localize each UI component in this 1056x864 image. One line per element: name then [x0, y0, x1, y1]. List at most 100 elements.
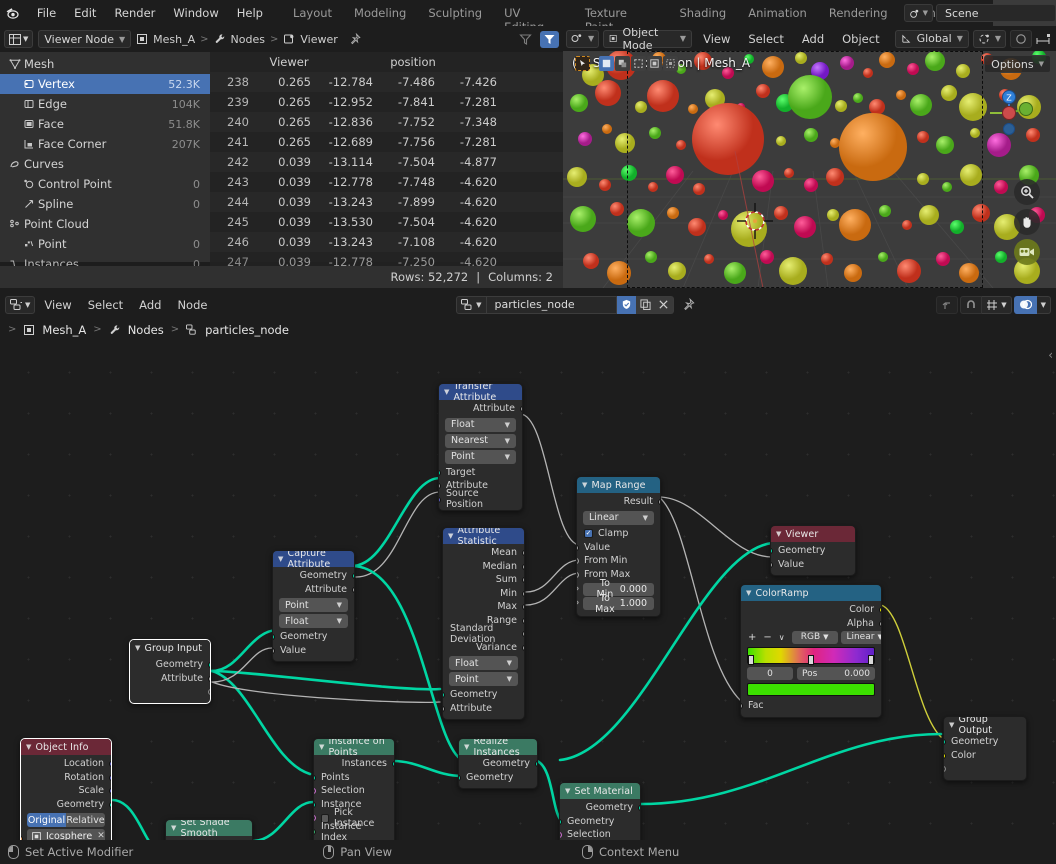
table-row[interactable]: 240 0.265 -12.836 -7.752 -7.348 — [210, 112, 563, 132]
camera-icon[interactable] — [1014, 239, 1040, 265]
socket-dot[interactable] — [577, 598, 580, 607]
node-map-range[interactable]: ▼ Map Range Result Linear▼ Clamp Value F… — [576, 476, 661, 617]
socket-dot[interactable] — [638, 805, 640, 811]
socket-dot[interactable] — [520, 406, 522, 412]
output-result[interactable]: Result — [577, 495, 660, 509]
dataset-dropdown[interactable]: Viewer Node ▼ — [38, 30, 132, 48]
socket-dot[interactable] — [577, 544, 579, 551]
unlink-x-icon[interactable] — [654, 295, 674, 314]
table-row[interactable]: 238 0.265 -12.784 -7.486 -7.426 — [210, 72, 563, 92]
node-menu-node[interactable]: Node — [170, 298, 214, 312]
node-header[interactable]: ▼ Set Material — [560, 783, 640, 799]
socket-dot[interactable] — [439, 483, 441, 489]
output-rotation[interactable]: Rotation — [21, 771, 111, 785]
output-virtual[interactable] — [130, 685, 210, 699]
viewport-menu-view[interactable]: View — [696, 32, 737, 46]
snap-magnet-icon[interactable] — [960, 295, 983, 314]
space-original-button[interactable]: Original — [27, 813, 66, 827]
socket-dot[interactable] — [522, 604, 524, 610]
node-viewer[interactable]: ▼ Viewer Geometry Value — [770, 525, 856, 576]
table-row[interactable]: 239 0.265 -12.952 -7.841 -7.281 — [210, 92, 563, 112]
socket-dot[interactable] — [560, 818, 562, 825]
ne-breadcrumb-modifier[interactable]: Nodes — [128, 323, 164, 337]
domain-row-vertex[interactable]: Vertex 52.3K — [0, 74, 210, 94]
socket-dot[interactable] — [522, 550, 524, 556]
input-value[interactable]: Value — [577, 541, 660, 555]
domain-row-point-cloud[interactable]: Point Cloud — [0, 214, 210, 234]
select-box-icon[interactable] — [599, 56, 614, 71]
clamp-checkbox[interactable]: Clamp — [577, 527, 660, 541]
breadcrumb-expand-icon[interactable]: > — [8, 324, 16, 335]
node-header[interactable]: ▼ Set Shade Smooth — [166, 820, 252, 839]
output-scale[interactable]: Scale — [21, 784, 111, 798]
tab-animation[interactable]: Animation — [737, 0, 818, 26]
node-canvas[interactable]: ▼ Transfer Attribute Attribute Float ▼ Ne… — [0, 342, 1056, 840]
ne-breadcrumb-tree[interactable]: particles_node — [205, 323, 289, 337]
input-geometry[interactable]: Geometry — [443, 688, 524, 702]
space-relative-button[interactable]: Relative — [66, 813, 105, 827]
breadcrumb-object[interactable]: Mesh_A — [153, 33, 195, 46]
node-header[interactable]: ▼ Group Input — [130, 640, 210, 656]
colorramp-menu-button[interactable]: ∨ — [779, 633, 785, 642]
chevron-down-icon[interactable]: ▼ — [278, 555, 283, 563]
color-mode-dropdown[interactable]: RGB ▼ — [791, 630, 838, 644]
viewport-editor-type-icon[interactable]: ▼ — [566, 29, 600, 48]
node-header[interactable]: ▼ Object Info — [21, 739, 111, 755]
domain-row-control-point[interactable]: Control Point 0 — [0, 174, 210, 194]
go-to-parent-icon[interactable] — [936, 295, 959, 314]
output-alpha[interactable]: Alpha — [741, 617, 881, 631]
input-geometry[interactable]: Geometry — [560, 815, 640, 829]
socket-dot[interactable] — [522, 563, 524, 570]
node-attribute-statistic[interactable]: ▼ Attribute Statistic Mean Median Sum Mi… — [442, 527, 525, 720]
domain-dropdown[interactable]: Point ▼ — [279, 598, 348, 612]
object-selector-field[interactable]: Icosphere ✕ — [27, 829, 105, 840]
node-header[interactable]: ▼ Capture Attribute — [273, 551, 354, 570]
input-target[interactable]: Target — [439, 466, 522, 480]
output-min[interactable]: Min — [443, 587, 524, 601]
input-color[interactable]: Color — [944, 749, 1026, 763]
input-value[interactable]: Value — [273, 644, 354, 658]
selected-stop-color-swatch[interactable] — [747, 683, 875, 696]
interpolation-dropdown[interactable]: Linear▼ — [840, 630, 881, 644]
blender-logo-icon[interactable] — [0, 0, 26, 26]
socket-dot[interactable] — [522, 617, 524, 624]
add-stop-button[interactable]: + — [748, 632, 756, 643]
node-tree-name-field[interactable]: particles_node — [486, 295, 617, 314]
field-value[interactable]: 0.000 — [844, 669, 870, 679]
socket-dot[interactable] — [352, 586, 354, 593]
socket-dot[interactable] — [109, 761, 111, 767]
node-header[interactable]: ▼ Transfer Attribute — [439, 384, 522, 403]
chevron-down-icon[interactable]: ▼ — [319, 743, 324, 751]
node-menu-view[interactable]: View — [37, 298, 78, 312]
input-geometry[interactable]: Geometry — [459, 771, 537, 785]
input-source-position[interactable]: Source Position — [439, 488, 522, 510]
pin-icon[interactable] — [349, 33, 361, 45]
stop-index-field[interactable]: 0 — [747, 667, 793, 680]
output-color[interactable]: Color — [741, 603, 881, 617]
socket-dot[interactable] — [208, 662, 210, 668]
colorramp-stop[interactable] — [747, 655, 754, 665]
socket-dot[interactable] — [459, 774, 461, 781]
colorramp-gradient-bar[interactable] — [747, 647, 875, 665]
socket-dot[interactable] — [577, 558, 579, 564]
colorramp-stop[interactable] — [808, 655, 814, 665]
output-instances[interactable]: Instances — [314, 757, 394, 771]
socket-dot[interactable] — [771, 561, 773, 568]
socket-dot[interactable] — [658, 499, 660, 505]
domain-dropdown[interactable]: Point ▼ — [449, 672, 518, 686]
socket-dot[interactable] — [771, 548, 773, 554]
socket-dot[interactable] — [944, 766, 946, 772]
domain-row-face[interactable]: Face 51.8K — [0, 114, 210, 134]
scene-browse-icon[interactable]: ▼ — [903, 4, 933, 22]
output-geometry[interactable]: Geometry — [273, 569, 354, 583]
socket-dot[interactable] — [273, 634, 275, 640]
input-virtual[interactable] — [944, 762, 1026, 776]
socket-dot[interactable] — [439, 469, 441, 476]
table-row[interactable]: 242 0.039 -13.114 -7.504 -4.877 — [210, 152, 563, 172]
input-geometry[interactable]: Geometry — [273, 630, 354, 644]
menu-file[interactable]: File — [28, 2, 65, 24]
checkbox-icon[interactable] — [584, 529, 593, 538]
data-type-dropdown[interactable]: Float ▼ — [445, 417, 516, 432]
socket-dot[interactable] — [577, 584, 580, 592]
viewport-menu-add[interactable]: Add — [795, 32, 831, 46]
